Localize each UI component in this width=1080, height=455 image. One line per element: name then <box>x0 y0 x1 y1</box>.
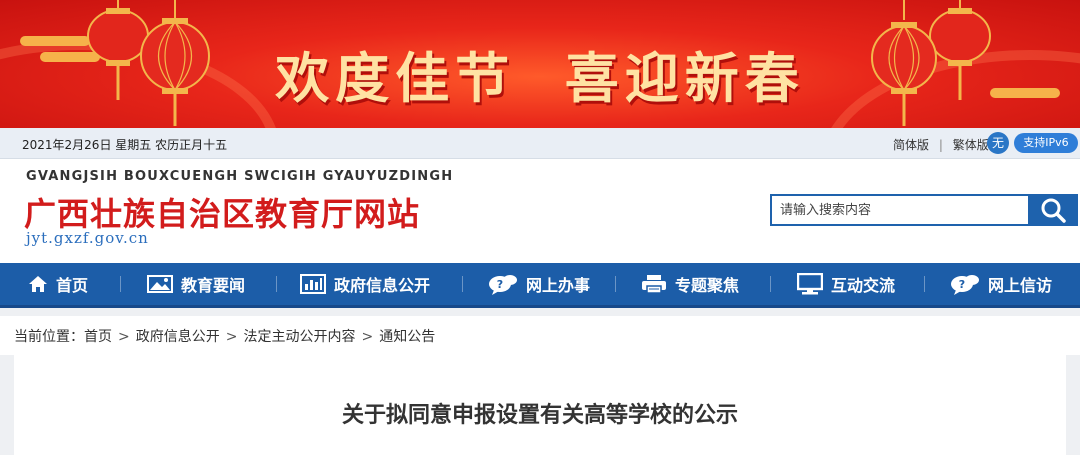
home-icon <box>28 275 48 293</box>
simplified-chinese-link[interactable]: 简体版 <box>893 138 929 152</box>
image-icon <box>147 275 173 293</box>
monitor-icon <box>797 273 823 295</box>
breadcrumb-link-notices[interactable]: 通知公告 <box>379 329 435 345</box>
nav-divider <box>770 276 771 292</box>
search-input[interactable] <box>772 196 1028 224</box>
search-icon <box>1041 198 1066 223</box>
nav-item-gov-info[interactable]: 政府信息公开 <box>300 263 430 305</box>
breadcrumb-link-gov-info[interactable]: 政府信息公开 <box>136 329 220 345</box>
banner-slogan: 欢度佳节 喜迎新春 <box>275 46 805 110</box>
bar-chart-icon <box>300 274 326 294</box>
current-date: 2021年2月26日 星期五 农历正月十五 <box>22 138 228 152</box>
traditional-chinese-link[interactable]: 繁体版 <box>953 138 989 152</box>
language-switch: 简体版 | 繁体版 <box>893 136 989 153</box>
breadcrumb-separator: > <box>118 329 130 345</box>
svg-text:?: ? <box>497 278 503 291</box>
breadcrumb: 当前位置：首页 > 政府信息公开 > 法定主动公开内容 > 通知公告 <box>0 316 1080 355</box>
site-header: GVANGJSIH BOUXCUENGH SWCIGIH GYAUYUZDING… <box>0 159 1080 263</box>
nav-item-label: 网上办事 <box>526 276 591 295</box>
accessibility-icon[interactable]: 无 <box>987 132 1009 154</box>
nav-divider <box>924 276 925 292</box>
breadcrumb-prefix: 当前位置： <box>14 329 84 345</box>
festival-banner: 欢度佳节 喜迎新春 <box>0 0 1080 128</box>
breadcrumb-link-home[interactable]: 首页 <box>84 329 112 345</box>
main-navigation: 首页 教育要闻 政府信息公开 ? 网上办事 专题聚焦 互动交流 ? 网上信访 <box>0 263 1080 308</box>
breadcrumb-separator: > <box>361 329 374 345</box>
search-box <box>770 194 1028 226</box>
search-button[interactable] <box>1028 194 1078 226</box>
nav-item-home[interactable]: 首页 <box>28 263 88 305</box>
nav-divider <box>276 276 277 292</box>
site-name-english: GVANGJSIH BOUXCUENGH SWCIGIH GYAUYUZDING… <box>26 169 454 184</box>
nav-item-special-topics[interactable]: 专题聚焦 <box>641 263 739 305</box>
nav-item-label: 教育要闻 <box>181 276 246 295</box>
language-separator: | <box>938 138 943 152</box>
nav-item-interaction[interactable]: 互动交流 <box>797 263 895 305</box>
nav-item-education-news[interactable]: 教育要闻 <box>147 263 245 305</box>
site-url: jyt.gxzf.gov.cn <box>26 229 149 247</box>
breadcrumb-link-statutory[interactable]: 法定主动公开内容 <box>243 329 355 345</box>
ipv6-badge[interactable]: 支持IPv6 <box>1014 133 1078 153</box>
nav-item-online-services[interactable]: ? 网上办事 <box>488 263 590 305</box>
nav-divider <box>462 276 463 292</box>
nav-item-label: 互动交流 <box>831 276 896 295</box>
nav-divider <box>120 276 121 292</box>
printer-icon <box>641 274 667 294</box>
nav-item-label: 政府信息公开 <box>334 276 431 295</box>
nav-item-label: 网上信访 <box>988 276 1053 295</box>
nav-item-online-petition[interactable]: ? 网上信访 <box>950 263 1052 305</box>
svg-text:?: ? <box>959 278 965 291</box>
chat-bubble-icon: ? <box>950 273 980 295</box>
breadcrumb-separator: > <box>225 329 238 345</box>
nav-divider <box>615 276 616 292</box>
chat-bubble-icon: ? <box>488 273 518 295</box>
top-info-bar: 2021年2月26日 星期五 农历正月十五 简体版 | 繁体版 无 支持IPv6 <box>0 128 1080 159</box>
section-gap <box>0 308 1080 316</box>
nav-item-label: 首页 <box>56 276 89 295</box>
article-title: 关于拟同意申报设置有关高等学校的公示 <box>341 403 738 428</box>
nav-item-label: 专题聚焦 <box>675 276 740 295</box>
article-panel: 关于拟同意申报设置有关高等学校的公示 <box>14 355 1066 455</box>
